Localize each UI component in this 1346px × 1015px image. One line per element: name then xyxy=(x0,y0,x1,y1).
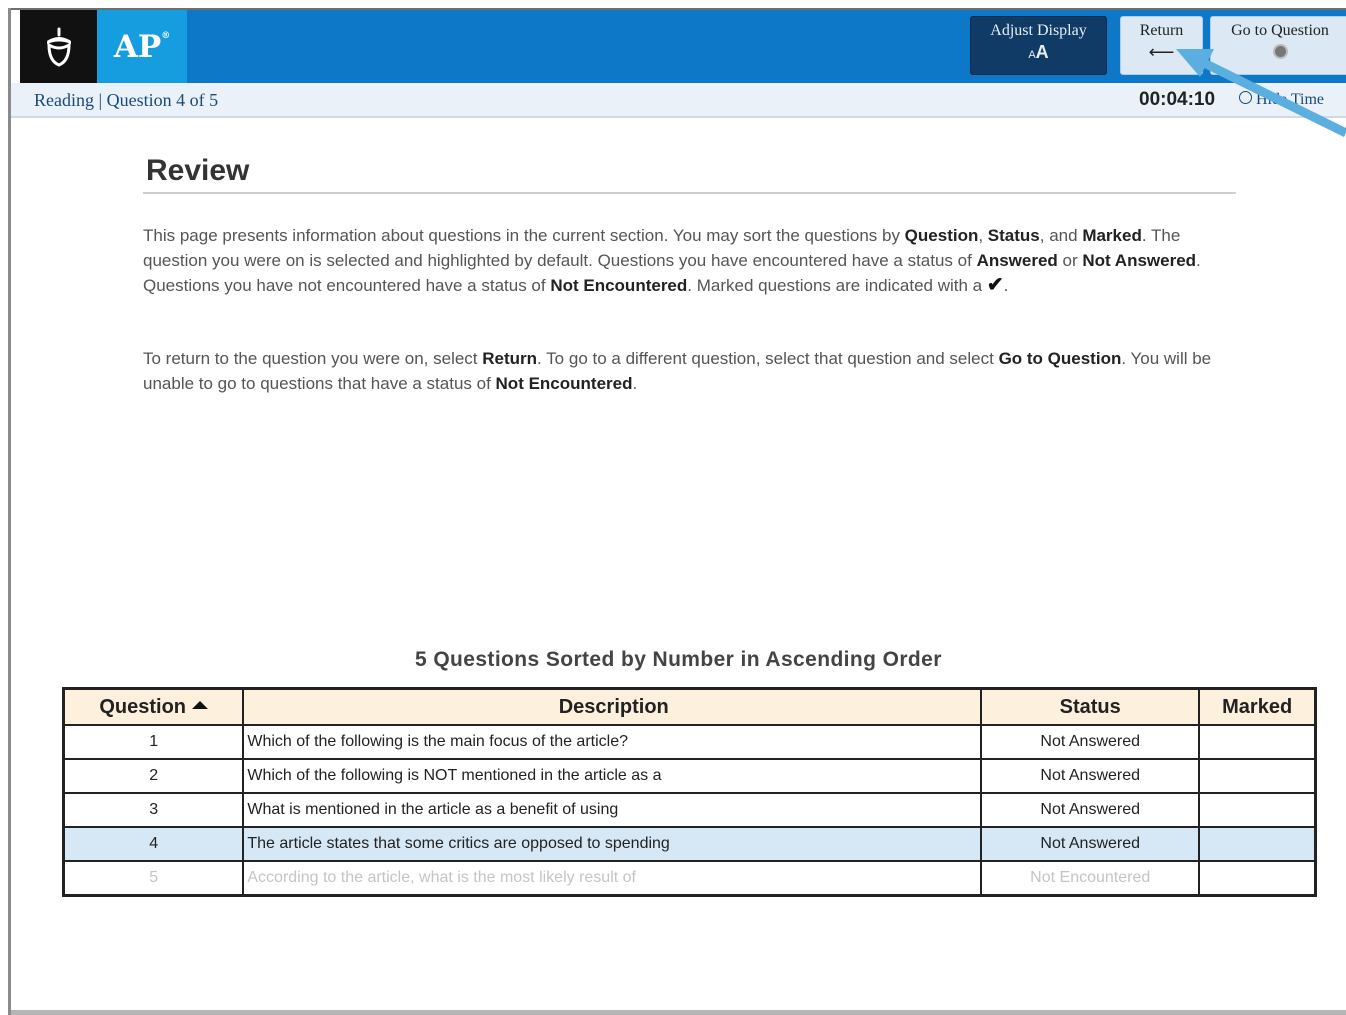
question-marked xyxy=(1198,826,1317,862)
page-title: Review xyxy=(146,154,250,187)
question-status: Not Answered xyxy=(980,826,1201,862)
table-header-row: Question Description Status Marked xyxy=(62,687,1317,726)
text-size-icon: AA xyxy=(1028,42,1049,62)
question-description: Which of the following is the main focus… xyxy=(242,724,983,760)
ap-logo-mark: ® xyxy=(161,30,171,41)
question-status: Not Answered xyxy=(980,758,1201,794)
window-left-border xyxy=(8,8,11,1015)
checkmark-icon: ✔ xyxy=(986,274,1004,296)
question-description: What is mentioned in the article as a be… xyxy=(242,792,983,828)
question-marked xyxy=(1198,860,1317,897)
title-divider xyxy=(143,192,1236,194)
question-marked xyxy=(1198,724,1317,760)
table-caption: 5 Questions Sorted by Number in Ascendin… xyxy=(415,648,942,671)
question-description: According to the article, what is the mo… xyxy=(242,860,983,897)
instructions-paragraph-2: To return to the question you were on, s… xyxy=(143,349,1212,393)
go-to-question-label: Go to Question xyxy=(1231,22,1329,39)
ap-logo-text: AP xyxy=(113,28,162,65)
table-row-disabled: 5 According to the article, what is the … xyxy=(62,860,1317,897)
bottom-border xyxy=(11,1010,1346,1015)
sort-ascending-icon xyxy=(192,700,209,709)
column-header-question[interactable]: Question xyxy=(62,687,245,726)
question-status: Not Answered xyxy=(980,792,1201,828)
question-number: 1 xyxy=(62,724,245,760)
question-marked xyxy=(1198,792,1317,828)
column-header-description[interactable]: Description xyxy=(242,687,983,726)
question-number: 2 xyxy=(62,758,245,794)
question-status: Not Answered xyxy=(980,724,1201,760)
table-row-selected[interactable]: 4 The article states that some critics a… xyxy=(62,826,1317,862)
acorn-icon xyxy=(46,27,71,67)
breadcrumb: Reading | Question 4 of 5 xyxy=(34,90,219,110)
table-row[interactable]: 3 What is mentioned in the article as a … xyxy=(62,792,1317,828)
question-description: Which of the following is NOT mentioned … xyxy=(242,758,983,794)
column-header-marked[interactable]: Marked xyxy=(1198,687,1317,726)
instructions-paragraph-1: This page presents information about que… xyxy=(143,226,1201,296)
question-number: 3 xyxy=(62,792,245,828)
table-row[interactable]: 1 Which of the following is the main foc… xyxy=(62,724,1317,760)
ap-logo: AP® xyxy=(97,10,187,83)
column-header-status[interactable]: Status xyxy=(980,687,1201,726)
pointer-arrow-icon xyxy=(1176,49,1346,138)
return-label: Return xyxy=(1139,22,1184,39)
table-row[interactable]: 2 Which of the following is NOT mentione… xyxy=(62,758,1317,794)
question-number: 4 xyxy=(62,826,245,862)
question-number: 5 xyxy=(62,860,245,897)
question-description: The article states that some critics are… xyxy=(242,826,983,862)
app-header: AP® Adjust Display AA Return ⟵ Go to Que… xyxy=(20,10,1346,83)
question-status: Not Encountered xyxy=(980,860,1201,897)
adjust-display-label: Adjust Display xyxy=(990,22,1087,39)
questions-table: Question Description Status Marked 1 Whi… xyxy=(62,687,1317,897)
question-marked xyxy=(1198,758,1317,794)
adjust-display-button[interactable]: Adjust Display AA xyxy=(970,16,1107,75)
status-bar: Reading | Question 4 of 5 00:04:10 Hide … xyxy=(11,83,1346,118)
acorn-logo xyxy=(20,10,97,83)
